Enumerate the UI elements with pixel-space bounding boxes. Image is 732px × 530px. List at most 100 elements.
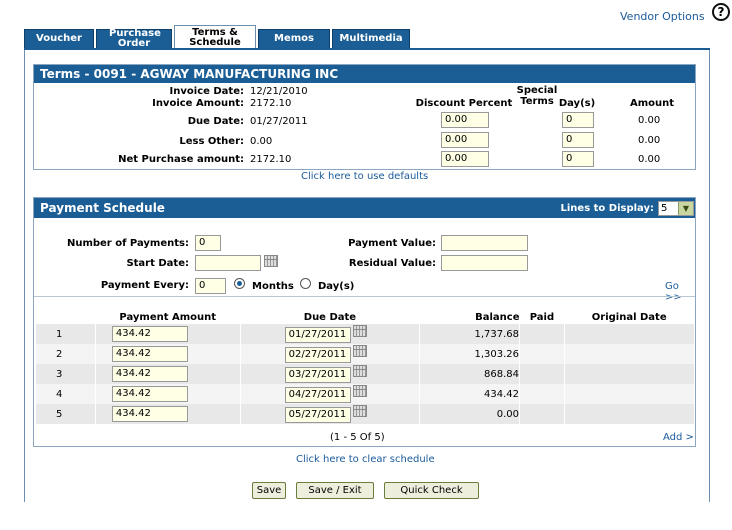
tab-label: Terms & Schedule [189, 27, 241, 48]
row-number: 1 [35, 324, 96, 344]
payment-amount-input[interactable]: 434.42 [111, 366, 188, 382]
help-icon[interactable]: ? [712, 3, 730, 21]
amount-header: Amount [629, 98, 675, 109]
terms-panel: Terms - 0091 - AGWAY MANUFACTURING INC I… [33, 64, 696, 170]
table-row: 3 434.42 03/27/2011 868.84 [35, 364, 694, 384]
tab-memos[interactable]: Memos [258, 29, 330, 49]
balance-value: 0.00 [419, 404, 520, 424]
due-date-input[interactable]: 02/27/2011 [284, 347, 351, 363]
calendar-icon[interactable] [352, 385, 367, 397]
balance-value: 1,737.68 [419, 324, 520, 344]
days-radio[interactable] [300, 278, 311, 289]
col-paid: Paid [529, 311, 555, 323]
residual-value-label: Residual Value: [348, 258, 436, 269]
invoice-amount-label: Invoice Amount: [152, 98, 244, 109]
calendar-icon[interactable] [264, 255, 278, 267]
months-radio[interactable] [234, 278, 245, 289]
due-date-input[interactable]: 05/27/2011 [284, 407, 351, 423]
invoice-date-label: Invoice Date: [169, 86, 244, 97]
tab-terms-schedule[interactable]: Terms & Schedule [174, 25, 256, 50]
vendor-options-link[interactable]: Vendor Options [620, 10, 705, 23]
terms-title: Terms - 0091 - AGWAY MANUFACTURING INC [34, 65, 695, 83]
col-payment-amount: Payment Amount [119, 311, 217, 323]
discount-percent-input-3[interactable]: 0.00 [441, 151, 489, 167]
tab-label: Voucher [36, 33, 82, 44]
go-link[interactable]: Go >> [665, 281, 695, 303]
calendar-icon[interactable] [352, 405, 367, 417]
lines-to-display-label: Lines to Display: [560, 203, 655, 214]
col-original-date: Original Date [591, 311, 667, 323]
discount-percent-input-1[interactable]: 0.00 [441, 112, 489, 128]
payment-amount-input[interactable]: 434.42 [111, 386, 188, 402]
invoice-date-value: 12/21/2010 [250, 86, 308, 97]
calendar-icon[interactable] [352, 345, 367, 357]
lines-to-display-select[interactable]: 5 ▼ [658, 201, 694, 216]
save-exit-button[interactable]: Save / Exit [296, 482, 374, 499]
schedule-table: Payment Amount Due Date Balance Paid Ori… [35, 310, 694, 424]
net-purchase-value: 2172.10 [250, 154, 292, 165]
months-label: Months [252, 281, 294, 292]
discount-percent-input-2[interactable]: 0.00 [441, 132, 489, 148]
table-row: 4 434.42 04/27/2011 434.42 [35, 384, 694, 404]
balance-value: 868.84 [419, 364, 520, 384]
less-other-value: 0.00 [250, 136, 273, 147]
tab-purchase-order[interactable]: Purchase Order [96, 29, 172, 49]
balance-value: 1,303.26 [419, 344, 520, 364]
payment-amount-input[interactable]: 434.42 [111, 326, 188, 342]
days-input-1[interactable]: 0 [562, 112, 594, 128]
amount-value-2: 0.00 [638, 135, 661, 146]
row-number: 3 [35, 364, 96, 384]
clear-schedule-link[interactable]: Click here to clear schedule [296, 454, 435, 465]
days-label: Day(s) [318, 281, 355, 292]
col-balance: Balance [475, 311, 520, 323]
days-input-3[interactable]: 0 [562, 151, 594, 167]
due-date-input[interactable]: 01/27/2011 [284, 327, 351, 343]
tab-label: Memos [274, 33, 314, 44]
table-row: 1 434.42 01/27/2011 1,737.68 [35, 324, 694, 344]
amount-value-3: 0.00 [638, 154, 661, 165]
save-button[interactable]: Save [252, 482, 286, 499]
payment-amount-input[interactable]: 434.42 [111, 406, 188, 422]
amount-value-1: 0.00 [638, 115, 661, 126]
quick-check-button[interactable]: Quick Check [384, 482, 479, 499]
due-date-input[interactable]: 03/27/2011 [284, 367, 351, 383]
row-number: 2 [35, 344, 96, 364]
col-due-date: Due Date [303, 311, 357, 323]
days-header: Day(s) [558, 98, 596, 109]
residual-value-input[interactable] [441, 255, 528, 271]
due-date-label: Due Date: [187, 116, 244, 127]
tab-multimedia[interactable]: Multimedia [332, 29, 410, 49]
payment-every-label: Payment Every: [100, 280, 189, 291]
discount-percent-header: Discount Percent [415, 98, 513, 109]
start-date-label: Start Date: [126, 258, 189, 269]
due-date-value: 01/27/2011 [250, 116, 308, 127]
tab-voucher[interactable]: Voucher [24, 29, 94, 49]
tab-label: Multimedia [339, 33, 403, 44]
chevron-down-icon: ▼ [678, 202, 693, 215]
payment-value-label: Payment Value: [348, 238, 436, 249]
tab-label: Purchase Order [109, 28, 161, 49]
payment-every-input[interactable]: 0 [195, 278, 226, 294]
less-other-label: Less Other: [179, 136, 244, 147]
table-row: 2 434.42 02/27/2011 1,303.26 [35, 344, 694, 364]
start-date-input[interactable] [195, 255, 261, 271]
table-row: 5 434.42 05/27/2011 0.00 [35, 404, 694, 424]
row-number: 5 [35, 404, 96, 424]
net-purchase-label: Net Purchase amount: [118, 154, 244, 165]
payment-amount-input[interactable]: 434.42 [111, 346, 188, 362]
row-number: 4 [35, 384, 96, 404]
days-input-2[interactable]: 0 [562, 132, 594, 148]
use-defaults-link[interactable]: Click here to use defaults [301, 171, 428, 182]
balance-value: 434.42 [419, 384, 520, 404]
invoice-amount-value: 2172.10 [250, 98, 292, 109]
due-date-input[interactable]: 04/27/2011 [284, 387, 351, 403]
divider [34, 296, 695, 297]
pager-text: (1 - 5 Of 5) [330, 432, 385, 443]
calendar-icon[interactable] [352, 325, 367, 337]
calendar-icon[interactable] [352, 365, 367, 377]
add-link[interactable]: Add > [663, 432, 694, 443]
num-payments-label: Number of Payments: [66, 238, 189, 249]
num-payments-input[interactable]: 0 [195, 235, 221, 251]
lines-to-display-value: 5 [661, 203, 668, 214]
payment-value-input[interactable] [441, 235, 528, 251]
